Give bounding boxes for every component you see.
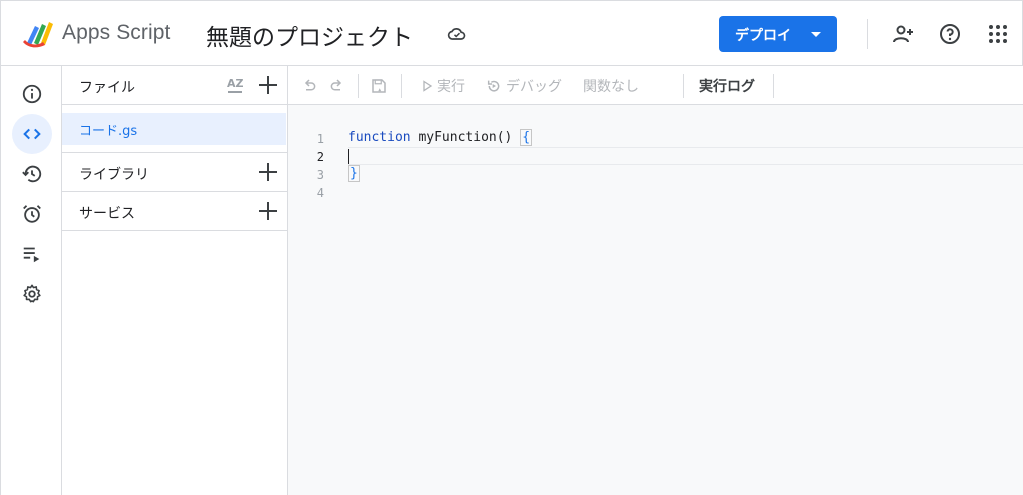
code-parens: () <box>496 130 513 145</box>
debug-icon <box>487 80 500 92</box>
code-open-brace: { <box>520 129 533 146</box>
editor-toolbar: 実行 デバッグ 関数なし 実行ログ <box>288 66 1023 105</box>
debug-label: デバッグ <box>506 79 562 95</box>
libraries-label: ライブラリ <box>79 167 149 183</box>
apps-grid-icon[interactable] <box>986 22 1010 46</box>
add-file-icon[interactable] <box>259 76 277 94</box>
help-icon[interactable] <box>938 22 962 46</box>
libraries-section-header: ライブラリ <box>62 152 288 192</box>
sort-underline <box>228 91 242 93</box>
toolbar-separator <box>773 74 774 98</box>
add-service-icon[interactable] <box>259 202 277 220</box>
save-button[interactable] <box>370 75 388 97</box>
undo-icon <box>304 79 316 91</box>
code-line-1: function myFunction() { <box>348 129 533 146</box>
share-add-person-icon[interactable] <box>891 22 915 46</box>
apps-script-logo-icon[interactable] <box>23 18 57 48</box>
line-number: 2 <box>316 150 324 164</box>
function-select[interactable]: 関数なし <box>583 75 639 97</box>
executions-list-icon <box>23 247 40 263</box>
rail-history[interactable] <box>12 154 52 194</box>
text-cursor <box>348 149 349 164</box>
header-divider <box>867 19 868 49</box>
line-number: 1 <box>316 132 324 146</box>
save-drive-icon <box>372 79 386 93</box>
rail-editor[interactable] <box>12 114 52 154</box>
redo-icon <box>330 79 342 91</box>
code-keyword: function <box>348 130 411 145</box>
rail-overview[interactable] <box>12 74 52 114</box>
chevron-down-icon <box>811 32 821 37</box>
info-icon <box>22 84 42 104</box>
alarm-clock-icon <box>23 205 41 223</box>
left-nav-rail <box>0 66 62 495</box>
app-header: Apps Script 無題のプロジェクト デプロイ <box>0 0 1023 66</box>
app-name[interactable]: Apps Script <box>62 21 170 45</box>
toolbar-separator <box>358 74 359 98</box>
function-select-value: 関数なし <box>583 79 639 95</box>
toolbar-separator <box>401 74 402 98</box>
run-button[interactable]: 実行 <box>421 75 465 97</box>
add-library-icon[interactable] <box>259 163 277 181</box>
play-icon <box>423 80 433 92</box>
code-function-name: myFunction <box>418 130 497 145</box>
cloud-saved-icon <box>447 28 466 40</box>
deploy-button[interactable]: デプロイ <box>719 16 837 52</box>
files-section-header: ファイル AZ <box>62 66 288 105</box>
file-item[interactable]: コード.gs <box>62 113 286 145</box>
code-icon <box>23 128 41 140</box>
project-title[interactable]: 無題のプロジェクト <box>206 18 413 52</box>
execution-log-button[interactable]: 実行ログ <box>699 76 755 96</box>
files-label: ファイル <box>79 80 135 96</box>
sort-az-icon[interactable]: AZ <box>225 76 247 96</box>
sort-az-label: AZ <box>227 77 244 90</box>
line-number: 4 <box>316 186 324 200</box>
code-line-3: } <box>348 165 360 182</box>
code-close-brace: } <box>348 165 360 182</box>
deploy-label: デプロイ <box>735 28 791 44</box>
code-editor[interactable]: 1 2 3 4 function myFunction() { } <box>288 105 1023 495</box>
services-label: サービス <box>79 206 135 222</box>
undo-button[interactable] <box>300 75 318 97</box>
redo-button[interactable] <box>328 75 346 97</box>
files-panel: ファイル AZ コード.gs ライブラリ サービス <box>62 66 288 495</box>
run-label: 実行 <box>437 79 465 95</box>
services-section-header: サービス <box>62 192 288 231</box>
gear-icon <box>23 284 41 303</box>
rail-executions[interactable] <box>12 234 52 274</box>
file-name: コード.gs <box>79 124 138 139</box>
history-icon <box>22 165 42 183</box>
debug-button[interactable]: デバッグ <box>486 75 562 97</box>
rail-triggers[interactable] <box>12 194 52 234</box>
line-number: 3 <box>316 168 324 182</box>
toolbar-separator <box>683 74 684 98</box>
rail-settings[interactable] <box>12 274 52 314</box>
current-line-highlight <box>348 147 1023 165</box>
